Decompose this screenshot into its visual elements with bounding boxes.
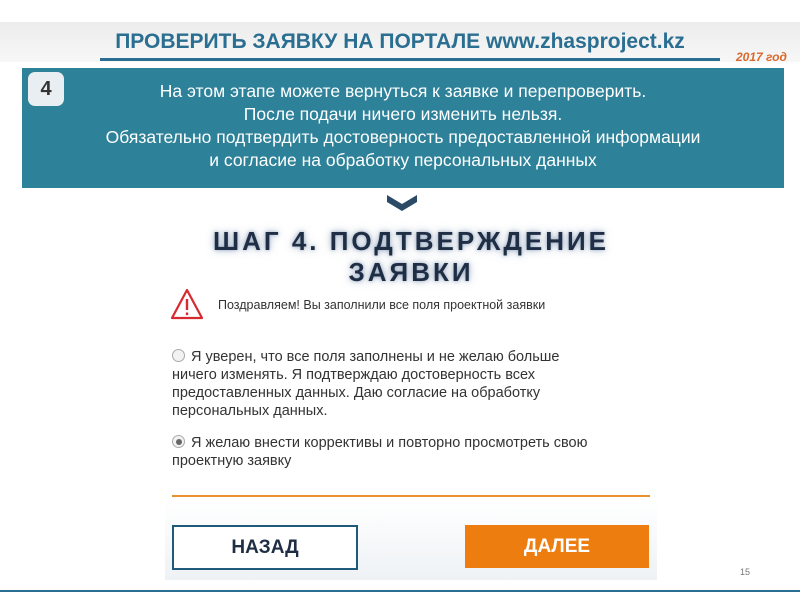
next-button[interactable]: ДАЛЕЕ [465, 525, 649, 568]
option-confirm-line: Я уверен, что все поля заполнены и не же… [191, 349, 560, 365]
footer-line [0, 590, 800, 592]
option-review-line: проектную заявку [172, 453, 292, 469]
option-confirm-line: персональных данных. [172, 403, 328, 419]
radio-review[interactable] [172, 435, 185, 448]
banner-line: После подачи ничего изменить нельзя. [243, 104, 563, 124]
option-review[interactable]: Я желаю внести коррективы и повторно про… [172, 434, 622, 470]
banner-text: На этом этапе можете вернуться к заявке … [22, 80, 784, 172]
header-underline [100, 58, 720, 61]
option-confirm-line: ничего изменять. Я подтверждаю достоверн… [172, 367, 535, 383]
option-confirm-line: предоставленных данных. Даю согласие на … [172, 385, 541, 401]
chevron-down-icon [387, 195, 417, 211]
page-number: 15 [740, 567, 751, 577]
page-title: ПРОВЕРИТЬ ЗАЯВКУ НА ПОРТАЛЕ www.zhasproj… [115, 30, 685, 53]
form-divider [172, 495, 650, 497]
back-button[interactable]: НАЗАД [172, 525, 358, 570]
option-confirm[interactable]: Я уверен, что все поля заполнены и не же… [172, 348, 622, 420]
banner-line: Обязательно подтвердить достоверность пр… [105, 127, 701, 147]
radio-confirm[interactable] [172, 349, 185, 362]
warning-icon [170, 288, 204, 320]
banner-line: и согласие на обработку персональных дан… [209, 150, 597, 170]
congrats-message: Поздравляем! Вы заполнили все поля проек… [218, 298, 546, 312]
option-review-line: Я желаю внести коррективы и повторно про… [191, 435, 588, 451]
step-title: ШАГ 4. ПОДТВЕРЖДЕНИЕ ЗАЯВКИ [212, 226, 610, 287]
year-label: 2017 год [736, 50, 787, 64]
banner-line: На этом этапе можете вернуться к заявке … [159, 81, 647, 101]
